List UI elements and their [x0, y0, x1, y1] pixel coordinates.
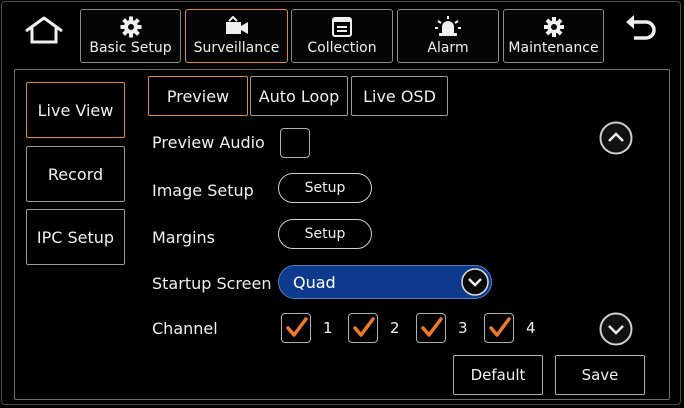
side-menu-label: Record	[47, 164, 104, 184]
image-setup-label: Image Setup	[152, 181, 254, 200]
preview-audio-label: Preview Audio	[152, 133, 265, 152]
checkmark-icon	[489, 317, 511, 337]
button-label: Setup	[304, 226, 346, 242]
subtab-live-osd[interactable]: Live OSD	[351, 76, 448, 116]
tab-alarm[interactable]: Alarm	[397, 9, 499, 63]
channel-label: Channel	[152, 319, 218, 338]
channel-4-checkbox[interactable]	[484, 313, 514, 343]
back-arrow-icon	[626, 15, 656, 40]
side-menu-label: IPC Setup	[36, 227, 115, 247]
scroll-down-button[interactable]	[599, 312, 633, 346]
tab-maintenance[interactable]: Maintenance	[503, 9, 604, 63]
checkmark-icon	[421, 317, 443, 337]
subtab-preview[interactable]: Preview	[148, 76, 248, 116]
tab-label: Maintenance	[508, 40, 599, 56]
startup-screen-select[interactable]: Quad	[278, 265, 492, 299]
startup-screen-label: Startup Screen	[152, 274, 272, 293]
chevron-up-icon	[599, 121, 633, 155]
home-icon	[25, 16, 63, 44]
save-button[interactable]: Save	[555, 355, 645, 395]
tab-surveillance[interactable]: Surveillance	[185, 9, 288, 63]
back-button[interactable]	[620, 12, 660, 48]
tab-label: Surveillance	[193, 40, 280, 56]
chevron-down-icon	[461, 268, 489, 296]
tab-collection[interactable]: Collection	[291, 9, 393, 63]
side-menu-record[interactable]: Record	[26, 146, 125, 202]
button-label: Setup	[304, 180, 346, 196]
side-menu-ipc-setup[interactable]: IPC Setup	[26, 209, 125, 265]
maintenance-gear-icon	[542, 16, 566, 38]
checkmark-icon	[286, 317, 308, 337]
checkmark-icon	[353, 317, 375, 337]
tab-basic-setup[interactable]: Basic Setup	[80, 9, 181, 63]
subtab-auto-loop[interactable]: Auto Loop	[250, 76, 348, 116]
side-menu-label: Live View	[37, 100, 114, 120]
default-button[interactable]: Default	[453, 355, 543, 395]
tab-label: Basic Setup	[89, 40, 172, 56]
channel-4-number: 4	[526, 319, 536, 337]
select-value: Quad	[293, 272, 336, 292]
button-label: Save	[581, 366, 619, 384]
chevron-down-icon	[599, 312, 633, 346]
channel-3-checkbox[interactable]	[416, 313, 446, 343]
side-menu-live-view[interactable]: Live View	[26, 82, 125, 138]
preview-audio-checkbox[interactable]	[280, 128, 310, 158]
channel-2-checkbox[interactable]	[348, 313, 378, 343]
collection-icon	[331, 16, 353, 38]
home-button[interactable]	[22, 14, 66, 48]
button-label: Default	[470, 366, 526, 384]
tab-label: Collection	[307, 40, 377, 56]
channel-1-checkbox[interactable]	[281, 313, 311, 343]
subtab-label: Preview	[166, 86, 230, 106]
tab-label: Alarm	[427, 40, 469, 56]
margins-setup-button[interactable]: Setup	[278, 219, 372, 249]
gear-icon	[120, 16, 142, 38]
channel-3-number: 3	[458, 319, 468, 337]
alarm-light-icon	[435, 16, 461, 38]
subtab-label: Live OSD	[363, 86, 436, 106]
image-setup-button[interactable]: Setup	[278, 173, 372, 203]
channel-1-number: 1	[323, 319, 333, 337]
camera-icon	[224, 16, 250, 38]
margins-label: Margins	[152, 228, 215, 247]
subtab-label: Auto Loop	[258, 86, 340, 106]
scroll-up-button[interactable]	[599, 121, 633, 155]
channel-2-number: 2	[390, 319, 400, 337]
